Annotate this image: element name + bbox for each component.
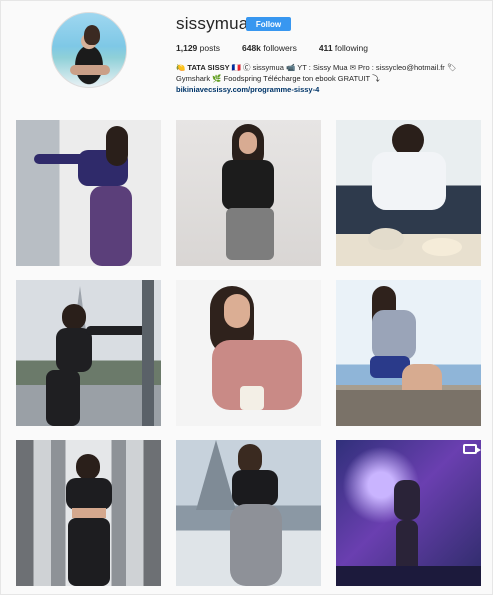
- figure-sweater: [372, 152, 446, 210]
- figure-post: [142, 280, 154, 426]
- bio: 🍋 TATA SISSY 🇫🇷 Ⓒ sissymua 📹 YT : Sissy …: [176, 62, 476, 95]
- figure-plate: [422, 238, 462, 256]
- post-thumbnail[interactable]: [16, 280, 161, 426]
- followers-label: followers: [263, 43, 297, 53]
- followers-stat[interactable]: 648k followers: [242, 43, 297, 53]
- bio-line-2: Gymshark 🌿 Foodspring Télécharge ton ebo…: [176, 74, 380, 83]
- post-thumbnail[interactable]: [336, 120, 481, 266]
- figure-hair: [106, 126, 128, 166]
- figure-hair: [76, 454, 100, 480]
- figure-tower: [196, 440, 236, 510]
- bio-link[interactable]: bikiniavecsissy.com/programme-sissy-4: [176, 84, 476, 95]
- post-thumbnail[interactable]: [176, 280, 321, 426]
- post-thumbnail[interactable]: [176, 120, 321, 266]
- follow-button[interactable]: Follow: [246, 17, 291, 31]
- figure-legs: [90, 186, 132, 266]
- following-label: following: [334, 43, 368, 53]
- following-count: 411: [318, 43, 333, 53]
- figure-arm: [34, 154, 86, 164]
- posts-label: posts: [199, 43, 220, 53]
- post-thumbnail[interactable]: [176, 440, 321, 586]
- figure-top: [222, 160, 274, 210]
- figure-top: [66, 478, 112, 510]
- figure-top: [372, 310, 416, 360]
- profile-page: sissymua Follow 1,129 posts 648k followe…: [0, 0, 493, 595]
- figure-hair: [62, 304, 86, 330]
- figure-rocks: [336, 390, 481, 426]
- figure-skirt: [226, 208, 274, 260]
- profile-avatar[interactable]: [51, 12, 127, 88]
- figure-face: [224, 294, 250, 328]
- avatar-hair: [84, 25, 100, 45]
- figure-body: [394, 480, 420, 520]
- profile-stats: 1,129 posts 648k followers 411 following: [176, 43, 390, 53]
- avatar-legs: [70, 65, 110, 75]
- posts-stat: 1,129 posts: [176, 43, 220, 53]
- bio-full-name: 🍋 TATA SISSY 🇫🇷: [176, 63, 241, 72]
- post-thumbnail[interactable]: [336, 440, 481, 586]
- figure-leggings: [230, 504, 282, 586]
- username: sissymua: [176, 14, 249, 33]
- following-stat[interactable]: 411 following: [319, 43, 368, 53]
- figure-legs: [46, 370, 80, 426]
- figure-face: [239, 132, 257, 154]
- figure-midriff: [72, 508, 106, 518]
- figure-body: [56, 328, 92, 372]
- posts-count: 1,129: [176, 43, 198, 53]
- video-icon: [463, 444, 481, 454]
- figure-cup: [240, 386, 264, 410]
- post-thumbnail[interactable]: [16, 440, 161, 586]
- figure-arm: [86, 326, 146, 335]
- figure-bowl: [368, 228, 404, 250]
- bio-text-1: Ⓒ sissymua 📹 YT : Sissy Mua ✉ Pro : siss…: [243, 63, 457, 72]
- post-thumbnail[interactable]: [336, 280, 481, 426]
- post-thumbnail[interactable]: [16, 120, 161, 266]
- figure-top: [232, 470, 278, 506]
- bio-line-1: 🍋 TATA SISSY 🇫🇷 Ⓒ sissymua 📹 YT : Sissy …: [176, 62, 476, 73]
- followers-count: 648k: [241, 43, 261, 53]
- figure-stage: [336, 566, 481, 586]
- figure-legs: [68, 518, 110, 586]
